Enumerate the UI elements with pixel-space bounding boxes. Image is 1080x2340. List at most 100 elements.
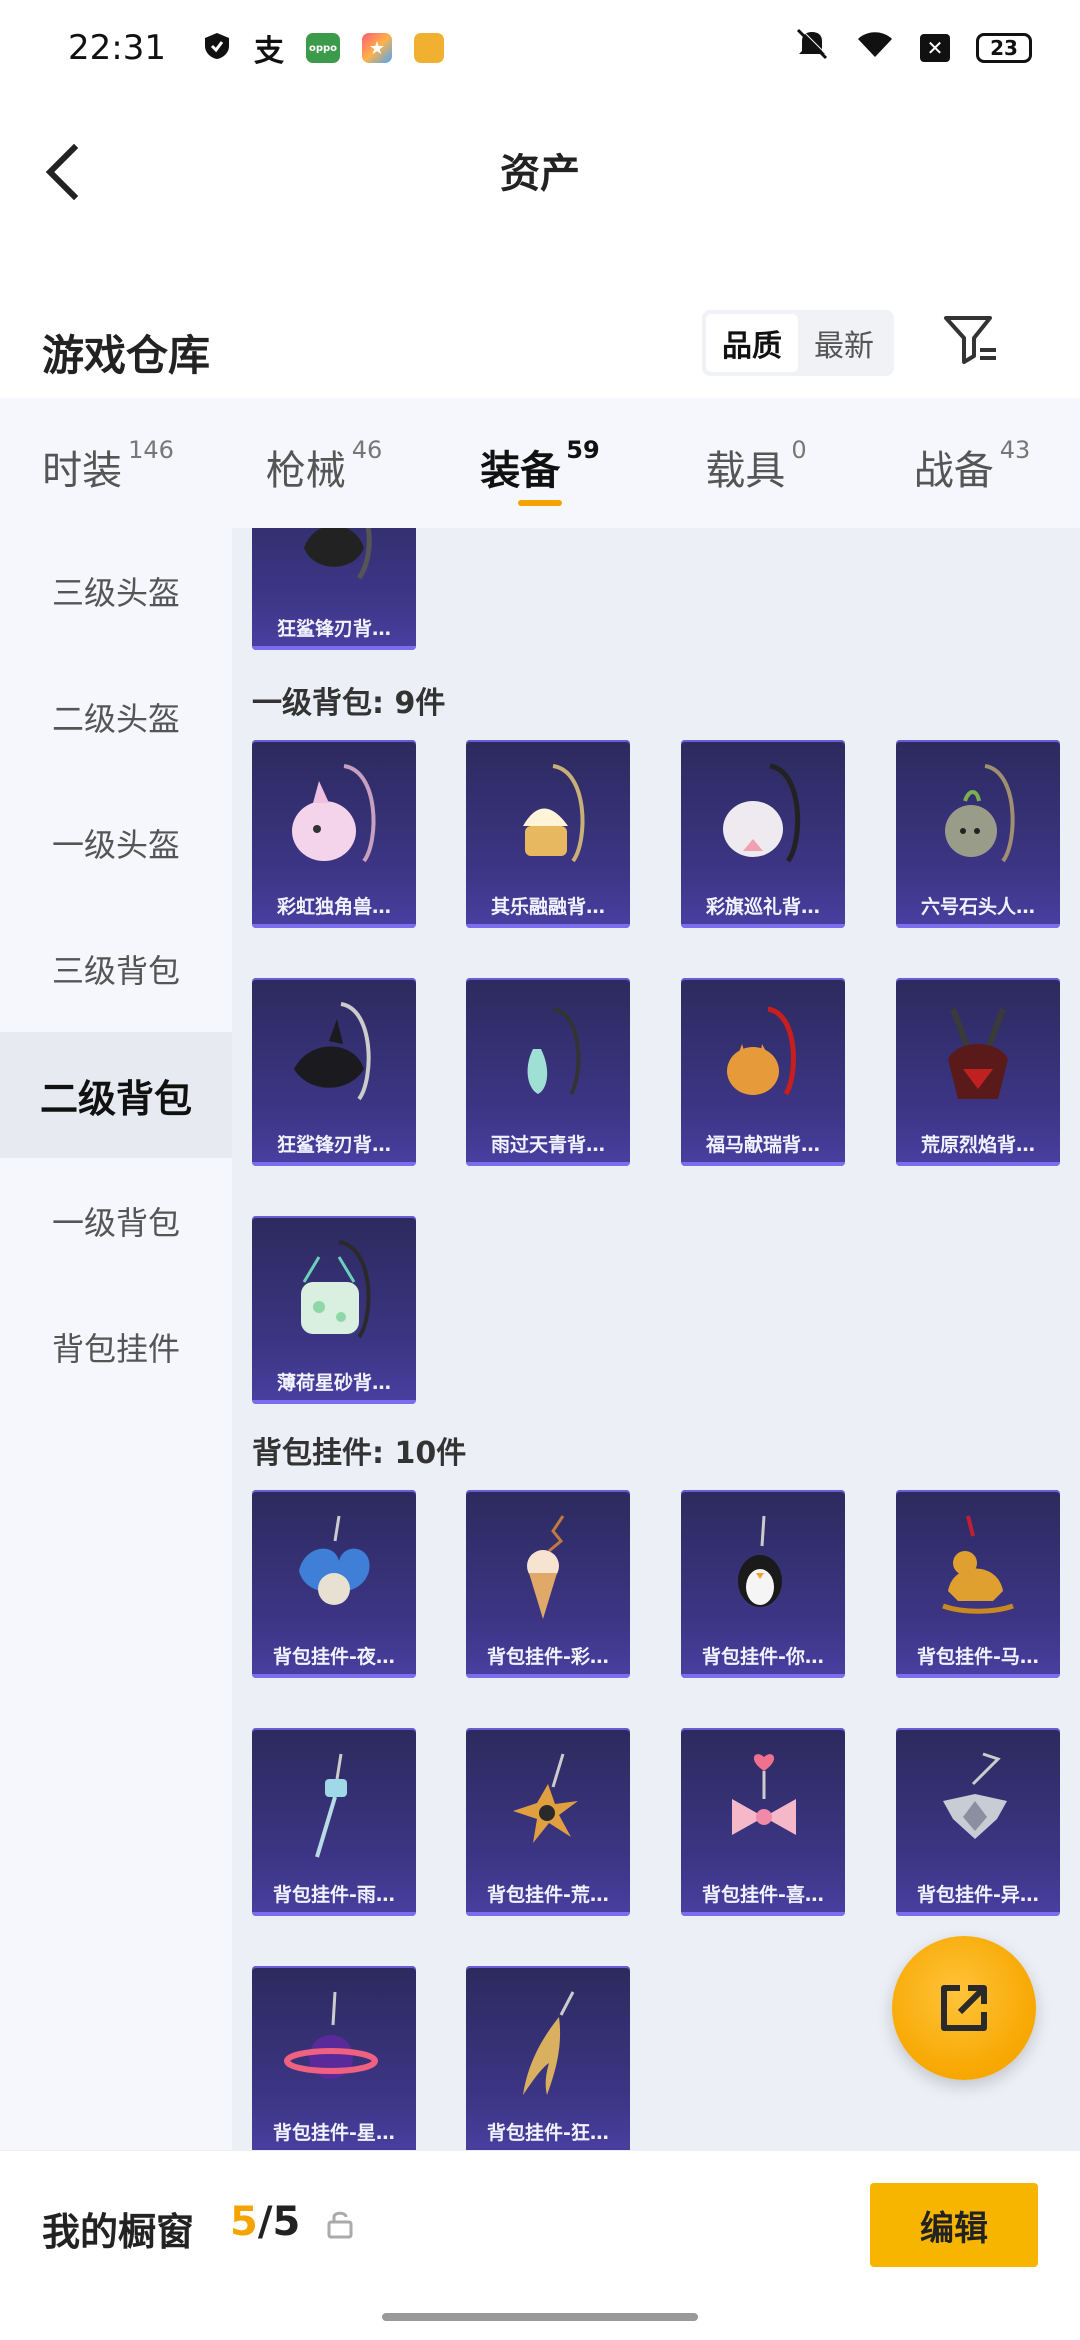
tab-label: 枪械 (265, 448, 346, 494)
card-rarity-bar (896, 924, 1060, 928)
tab-combat-gear[interactable]: 战备 43 (864, 398, 1080, 528)
share-external-icon (941, 1985, 987, 2031)
item-art (896, 1490, 1060, 1642)
tab-count: 46 (351, 436, 383, 464)
category-tabs: 时装 146 枪械 46 装备 59 载具 0 战备 43 (0, 398, 1080, 528)
showcase-total: 5 (272, 2199, 301, 2245)
item-card[interactable]: 背包挂件-你… (681, 1490, 845, 1678)
wifi-icon (856, 29, 894, 67)
item-name: 背包挂件-马… (917, 1646, 1039, 1668)
back-button[interactable] (36, 140, 96, 201)
item-card[interactable]: 福马献瑞背… (681, 978, 845, 1166)
sidebar-item-backpack-l1[interactable]: 一级背包 (0, 1158, 232, 1284)
item-art (896, 1728, 1060, 1880)
card-rarity-bar (252, 1912, 416, 1916)
item-name: 背包挂件-狂… (487, 2122, 609, 2144)
item-card[interactable]: 薄荷星砂背… (252, 1216, 416, 1404)
card-rarity-bar (466, 1674, 630, 1678)
sort-option-quality[interactable]: 品质 (706, 314, 798, 372)
item-art (252, 1490, 416, 1642)
item-card[interactable]: 背包挂件-喜… (681, 1728, 845, 1916)
item-name: 狂鲨锋刃背… (276, 618, 391, 640)
showcase-count: 5/5 (230, 2199, 300, 2245)
share-fab-button[interactable] (892, 1936, 1036, 2080)
item-art (252, 528, 416, 614)
item-card[interactable]: 其乐融融背… (466, 740, 630, 928)
page-title: 资产 (500, 151, 580, 197)
mute-icon (794, 27, 830, 69)
item-card[interactable]: 背包挂件-马… (896, 1490, 1060, 1678)
item-name: 雨过天青背… (490, 1134, 605, 1156)
unlock-icon (326, 2209, 354, 2239)
card-rarity-bar (896, 1162, 1060, 1166)
status-app-icons: 支 oppo ★ (202, 26, 444, 70)
item-art (252, 978, 416, 1130)
home-indicator[interactable] (382, 2313, 698, 2321)
item-card[interactable]: 狂鲨锋刃背… (252, 978, 416, 1166)
tab-label: 时装 (42, 448, 123, 494)
sidebar-item-helmet-l1[interactable]: 一级头盔 (0, 780, 232, 906)
card-rarity-bar (252, 1674, 416, 1678)
item-name: 背包挂件-星… (273, 2122, 395, 2144)
item-card[interactable]: 背包挂件-荒… (466, 1728, 630, 1916)
tab-label: 装备 (480, 448, 561, 494)
item-name: 背包挂件-荒… (487, 1884, 609, 1906)
item-card[interactable]: 彩旗巡礼背… (681, 740, 845, 928)
shield-icon (202, 31, 232, 65)
item-card[interactable]: 背包挂件-异… (896, 1728, 1060, 1916)
item-art (466, 740, 630, 892)
sidebar-item-backpack-l2[interactable]: 二级背包 (0, 1032, 232, 1158)
item-card[interactable]: 彩虹独角兽… (252, 740, 416, 928)
sort-option-newest[interactable]: 最新 (798, 314, 890, 372)
card-rarity-bar (896, 1912, 1060, 1916)
item-name: 狂鲨锋刃背… (276, 1134, 391, 1156)
game-app-icon (413, 33, 444, 63)
filter-button[interactable] (940, 310, 1000, 370)
item-name: 荒原烈焰背… (920, 1134, 1035, 1156)
item-art (252, 1216, 416, 1368)
active-tab-indicator (518, 500, 562, 506)
item-card[interactable]: 雨过天青背… (466, 978, 630, 1166)
battery-icon: 23 (976, 33, 1032, 63)
status-time: 22:31 (68, 28, 166, 68)
item-grid: 狂鲨锋刃背… 一级背包: 9件 彩虹独角兽… 其乐融融背… 彩旗巡礼背… 六号石… (232, 528, 1080, 2150)
item-name: 其乐融融背… (490, 896, 605, 918)
item-art (896, 978, 1060, 1130)
item-card[interactable]: 狂鲨锋刃背… (252, 528, 416, 650)
sidebar-item-backpack-charm[interactable]: 背包挂件 (0, 1284, 232, 1410)
tab-firearms[interactable]: 枪械 46 (216, 398, 432, 528)
item-name: 福马献瑞背… (705, 1134, 820, 1156)
item-name: 背包挂件-夜… (273, 1646, 395, 1668)
item-card[interactable]: 背包挂件-彩… (466, 1490, 630, 1678)
status-bar: 22:31 支 oppo ★ ✕ 23 (0, 0, 1080, 96)
item-art (252, 740, 416, 892)
item-name: 背包挂件-异… (917, 1884, 1039, 1906)
item-name: 薄荷星砂背… (276, 1372, 391, 1394)
sidebar-item-helmet-l2[interactable]: 二级头盔 (0, 654, 232, 780)
item-card[interactable]: 背包挂件-雨… (252, 1728, 416, 1916)
card-rarity-bar (896, 1674, 1060, 1678)
edit-button[interactable]: 编辑 (870, 2183, 1038, 2267)
tab-count: 0 (791, 436, 807, 464)
tab-fashion[interactable]: 时装 146 (0, 398, 216, 528)
section-title-backpack-charm: 背包挂件: 10件 (252, 1436, 467, 1471)
tab-equipment[interactable]: 装备 59 (432, 398, 648, 528)
sort-segmented-control: 品质 最新 (702, 310, 894, 376)
sidebar-item-backpack-l3[interactable]: 三级背包 (0, 906, 232, 1032)
chevron-left-icon (45, 143, 79, 201)
item-card[interactable]: 背包挂件-夜… (252, 1490, 416, 1678)
item-card[interactable]: 六号石头人… (896, 740, 1060, 928)
tab-label: 载具 (705, 448, 786, 494)
tab-vehicles[interactable]: 载具 0 (648, 398, 864, 528)
card-rarity-bar (252, 646, 416, 650)
card-rarity-bar (252, 1400, 416, 1404)
sidebar-item-helmet-l3[interactable]: 三级头盔 (0, 528, 232, 654)
item-name: 背包挂件-彩… (487, 1646, 609, 1668)
item-card[interactable]: 背包挂件-狂… (466, 1966, 630, 2150)
item-art (681, 1728, 845, 1880)
card-rarity-bar (252, 924, 416, 928)
item-art (681, 978, 845, 1130)
item-art (466, 978, 630, 1130)
item-card[interactable]: 背包挂件-星… (252, 1966, 416, 2150)
item-card[interactable]: 荒原烈焰背… (896, 978, 1060, 1166)
